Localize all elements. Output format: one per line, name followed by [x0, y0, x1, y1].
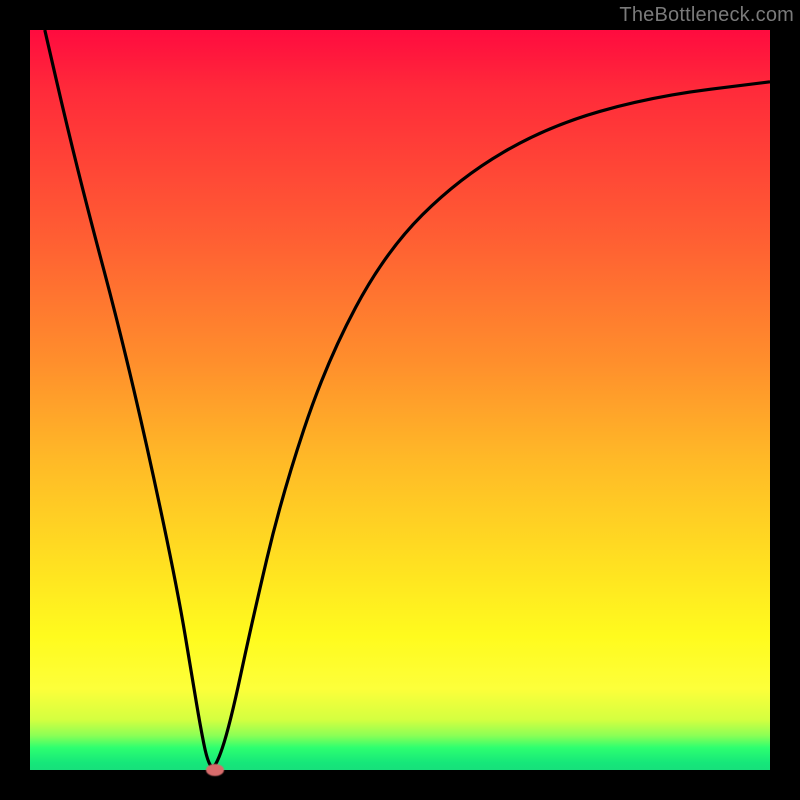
- watermark-text: TheBottleneck.com: [619, 4, 794, 27]
- curve-svg: [30, 30, 770, 770]
- curve-path-group: [45, 30, 770, 767]
- curve-line: [45, 30, 770, 767]
- minimum-marker: [206, 764, 224, 776]
- chart-frame: TheBottleneck.com: [0, 0, 800, 800]
- plot-area: [30, 30, 770, 770]
